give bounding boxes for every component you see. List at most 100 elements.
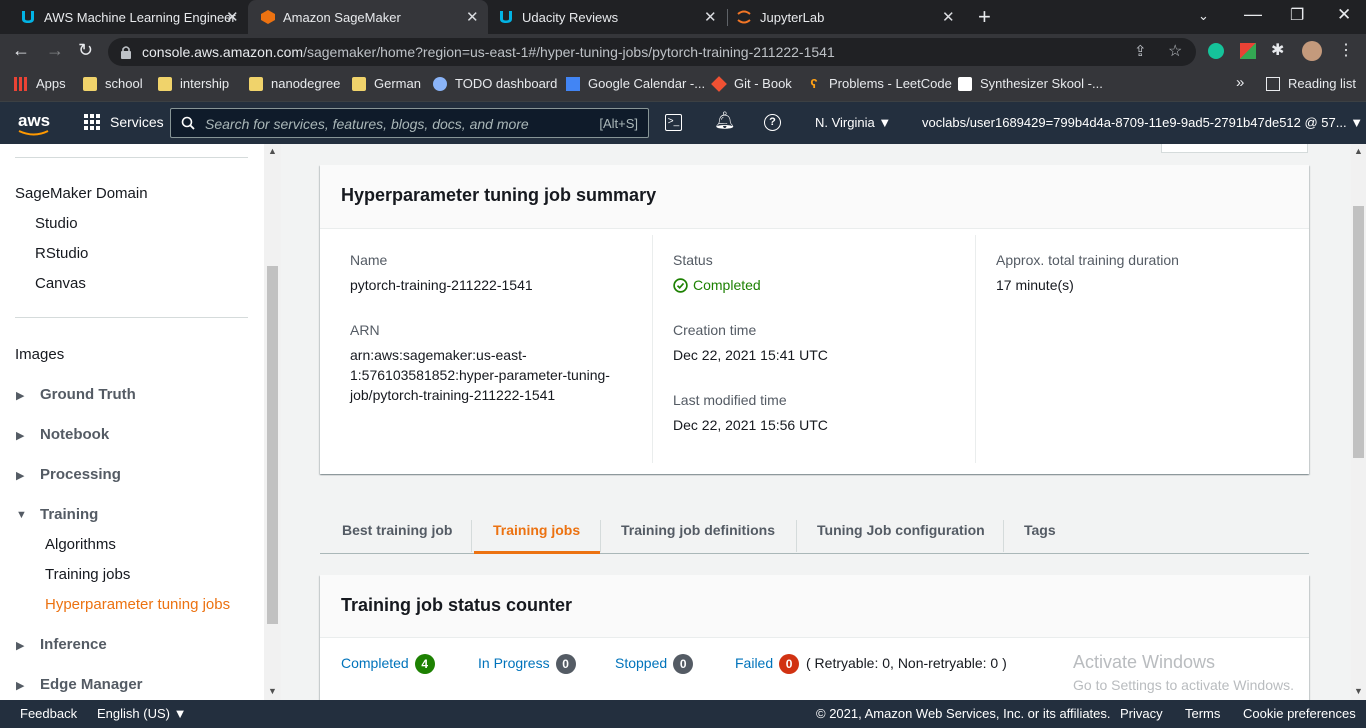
help-icon[interactable]: ? <box>764 114 781 131</box>
sidebar-item-hyperparameter-tuning-jobs[interactable]: Hyperparameter tuning jobs <box>45 596 230 613</box>
header-action-button-edge[interactable] <box>1161 144 1308 153</box>
privacy-link[interactable]: Privacy <box>1120 706 1163 721</box>
counter-failed-link[interactable]: Failed 0 <box>735 654 800 674</box>
close-icon[interactable]: ✕ <box>942 8 955 26</box>
scrollbar-thumb[interactable] <box>1353 206 1364 458</box>
sidebar-section-processing[interactable]: Processing <box>40 466 121 483</box>
region-label: N. Virginia <box>815 115 875 130</box>
sidebar-section-notebook[interactable]: Notebook <box>40 426 109 443</box>
menu-kebab-icon[interactable]: ⋮ <box>1338 40 1354 60</box>
services-menu-button[interactable]: Services <box>84 114 164 130</box>
bookmark-folder[interactable]: intership <box>158 76 229 91</box>
sidebar-section-edge-manager[interactable]: Edge Manager <box>40 676 143 693</box>
more-bookmarks-button[interactable]: » <box>1236 74 1244 91</box>
reading-list-button[interactable]: Reading list <box>1266 76 1356 91</box>
scroll-up-icon[interactable]: ▲ <box>268 146 277 156</box>
windows-watermark-title: Activate Windows <box>1073 652 1216 672</box>
tab-best-training-job[interactable]: Best training job <box>342 506 452 554</box>
caret-right-icon: ▶ <box>16 680 25 692</box>
tab-tuning-job-configuration[interactable]: Tuning Job configuration <box>817 506 985 554</box>
bookmark-label: Git - Book <box>734 76 792 91</box>
sidebar-item-rstudio[interactable]: RStudio <box>35 245 88 262</box>
back-icon[interactable]: ← <box>12 40 30 61</box>
reading-list-label: Reading list <box>1288 76 1356 91</box>
tab-training-jobs[interactable]: Training jobs <box>474 506 601 554</box>
window-close-icon[interactable]: ✕ <box>1337 5 1351 25</box>
account-menu[interactable]: voclabs/user1689429=799b4d4a-8709-11e9-9… <box>922 115 1363 130</box>
count-badge: 4 <box>414 654 435 674</box>
restore-icon[interactable]: ❐ <box>1290 5 1304 25</box>
bookmark-star-icon[interactable]: ☆ <box>1168 41 1182 61</box>
counter-completed-link[interactable]: Completed 4 <box>341 654 435 674</box>
bookmark-folder[interactable]: nanodegree <box>249 76 340 91</box>
caret-down-icon: ▼ <box>173 706 187 721</box>
sidebar-section-ground-truth[interactable]: Ground Truth <box>40 386 136 403</box>
bookmark-folder[interactable]: German <box>352 76 421 91</box>
bookmark-folder[interactable]: school <box>83 76 143 91</box>
sidebar-section-inference[interactable]: Inference <box>40 636 107 653</box>
console-footer: Feedback English (US) ▼ © 2021, Amazon W… <box>0 700 1366 728</box>
new-tab-button[interactable]: + <box>978 4 991 30</box>
sidebar-item-studio[interactable]: Studio <box>35 215 78 232</box>
language-selector[interactable]: English (US) ▼ <box>97 706 186 721</box>
browser-tab[interactable]: AWS Machine Learning Engineer ✕ <box>0 0 248 34</box>
extension-icon[interactable] <box>1240 43 1256 59</box>
bookmark-git[interactable]: Git - Book <box>711 75 792 92</box>
reload-icon[interactable]: ↻ <box>78 40 93 61</box>
sidebar-item-algorithms[interactable]: Algorithms <box>45 536 116 553</box>
sidebar-section-training[interactable]: Training <box>40 506 98 523</box>
udacity-icon <box>500 11 512 23</box>
counter-stopped-link[interactable]: Stopped 0 <box>615 654 694 674</box>
bookmark-apps[interactable]: Apps <box>14 76 66 91</box>
caret-right-icon: ▶ <box>16 640 25 652</box>
browser-tab[interactable]: JupyterLab ✕ <box>728 0 968 34</box>
forward-icon[interactable]: → <box>46 40 64 61</box>
close-icon[interactable]: ✕ <box>226 8 239 26</box>
tab-search-icon[interactable]: ⌄ <box>1198 8 1209 24</box>
tab-tags[interactable]: Tags <box>1024 506 1056 554</box>
scroll-down-icon[interactable]: ▼ <box>1354 686 1363 696</box>
sidebar-item-canvas[interactable]: Canvas <box>35 275 86 292</box>
sidebar-scrollbar[interactable]: ▲ ▼ <box>264 144 281 700</box>
bookmark-todo[interactable]: TODO dashboard <box>433 76 557 91</box>
minimize-icon[interactable]: — <box>1244 4 1262 25</box>
bookmark-leetcode[interactable]: ʕ Problems - LeetCode <box>807 76 951 91</box>
browser-tab[interactable]: Udacity Reviews ✕ <box>488 0 728 34</box>
aws-logo[interactable]: aws <box>18 111 50 131</box>
url-field[interactable]: console.aws.amazon.com/sagemaker/home?re… <box>108 38 1196 66</box>
close-icon[interactable]: ✕ <box>466 8 479 26</box>
name-label: Name <box>350 252 388 268</box>
counter-in-progress-link[interactable]: In Progress 0 <box>478 654 576 674</box>
main-scrollbar[interactable]: ▲ ▼ <box>1351 144 1366 700</box>
scroll-up-icon[interactable]: ▲ <box>1354 146 1363 156</box>
console-search-input[interactable]: Search for services, features, blogs, do… <box>170 108 649 138</box>
bookmark-calendar[interactable]: Google Calendar -... <box>566 76 705 91</box>
count-badge: 0 <box>555 654 576 674</box>
grammarly-extension-icon[interactable] <box>1208 43 1224 59</box>
close-icon[interactable]: ✕ <box>704 8 717 26</box>
bookmark-skool[interactable]: Synthesizer Skool -... <box>958 76 1103 91</box>
browser-tab-active[interactable]: Amazon SageMaker ✕ <box>248 0 488 34</box>
search-icon <box>181 116 195 130</box>
region-selector[interactable]: N. Virginia ▼ <box>815 115 891 130</box>
feedback-link[interactable]: Feedback <box>20 706 77 721</box>
notifications-bell-icon[interactable]: 🔔︎ <box>714 111 736 131</box>
sidebar-item-images[interactable]: Images <box>15 346 64 363</box>
cloudshell-icon[interactable]: >_ <box>665 114 682 131</box>
terms-link[interactable]: Terms <box>1185 706 1220 721</box>
share-icon[interactable]: ⇪ <box>1134 42 1147 60</box>
scrollbar-thumb[interactable] <box>267 266 278 624</box>
sidebar-domain-title[interactable]: SageMaker Domain <box>15 185 148 202</box>
git-icon <box>711 75 727 92</box>
bookmark-label: German <box>374 76 421 91</box>
card-header: Hyperparameter tuning job summary <box>320 165 1309 229</box>
scroll-down-icon[interactable]: ▼ <box>268 686 277 696</box>
profile-avatar[interactable] <box>1302 41 1322 61</box>
tab-training-job-definitions[interactable]: Training job definitions <box>621 506 775 554</box>
lock-icon <box>121 46 131 59</box>
retry-summary: ( Retryable: 0, Non-retryable: 0 ) <box>806 655 1007 671</box>
sidebar-item-training-jobs[interactable]: Training jobs <box>45 566 130 583</box>
bookmark-label: intership <box>180 76 230 91</box>
cookie-preferences-link[interactable]: Cookie preferences <box>1243 706 1356 721</box>
extensions-puzzle-icon[interactable]: ✱ <box>1271 40 1284 60</box>
